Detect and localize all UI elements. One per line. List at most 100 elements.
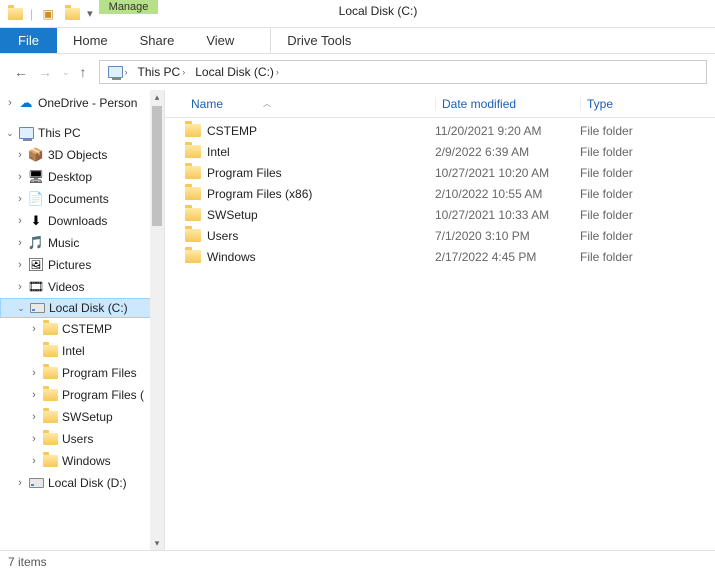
expand-icon[interactable] xyxy=(14,281,26,293)
expand-icon[interactable] xyxy=(28,455,40,467)
tree-node-icon xyxy=(42,387,58,403)
expand-icon[interactable] xyxy=(28,323,40,335)
tree-item-this-pc[interactable]: This PC xyxy=(0,122,164,144)
title-bar: | ▣ ▾ Manage Local Disk (C:) xyxy=(0,0,715,28)
folder-icon xyxy=(185,208,201,221)
tree-item-cstemp[interactable]: CSTEMP xyxy=(0,318,164,340)
expand-icon[interactable] xyxy=(14,237,26,249)
tree-label: 3D Objects xyxy=(48,148,107,162)
tree-item-music[interactable]: 🎵Music xyxy=(0,232,164,254)
expand-icon[interactable] xyxy=(15,303,27,314)
tree-item-3d-objects[interactable]: 📦 3D Objects xyxy=(0,144,164,166)
column-name[interactable]: Name︿ xyxy=(185,97,435,111)
list-item[interactable]: Program Files10/27/2021 10:20 AMFile fol… xyxy=(185,162,715,183)
expand-icon[interactable] xyxy=(14,149,26,161)
tree-item-pictures[interactable]: 🖼Pictures xyxy=(0,254,164,276)
tab-view[interactable]: View xyxy=(190,28,250,53)
tree-item-desktop[interactable]: 🖥Desktop xyxy=(0,166,164,188)
forward-button[interactable]: → xyxy=(38,64,52,80)
tab-drive-tools[interactable]: Drive Tools xyxy=(270,28,367,53)
tree-node-icon: 📄 xyxy=(28,191,44,207)
tree-item-swsetup[interactable]: SWSetup xyxy=(0,406,164,428)
list-item[interactable]: Intel2/9/2022 6:39 AMFile folder xyxy=(185,141,715,162)
list-item[interactable]: Program Files (x86)2/10/2022 10:55 AMFil… xyxy=(185,183,715,204)
column-date[interactable]: Date modified xyxy=(435,97,580,111)
file-tab[interactable]: File xyxy=(0,28,57,53)
tree-node-icon: 🎵 xyxy=(28,235,44,251)
expand-icon[interactable] xyxy=(28,411,40,423)
tree-node-icon xyxy=(18,125,34,141)
tree-node-icon: 📦 xyxy=(28,147,44,163)
tree-item-windows[interactable]: Windows xyxy=(0,450,164,472)
scroll-up-icon[interactable]: ▴ xyxy=(150,90,164,104)
breadcrumb-this-pc[interactable]: This PC› xyxy=(134,65,190,79)
expand-icon[interactable] xyxy=(14,193,26,205)
list-item[interactable]: Users7/1/2020 3:10 PMFile folder xyxy=(185,225,715,246)
tree-label: Videos xyxy=(48,280,84,294)
navigation-bar: ← → ⌄ ↑ › This PC› Local Disk (C:)› xyxy=(0,54,715,90)
list-item[interactable]: Windows2/17/2022 4:45 PMFile folder xyxy=(185,246,715,267)
tree-scrollbar[interactable]: ▴ ▾ xyxy=(150,90,164,550)
expand-icon[interactable] xyxy=(4,128,16,139)
tree-item-local-disk-c-[interactable]: Local Disk (C:) xyxy=(0,298,164,318)
tree-item-intel[interactable]: Intel xyxy=(0,340,164,362)
file-type: File folder xyxy=(580,229,715,243)
folder-icon xyxy=(185,229,201,242)
properties-icon[interactable]: ▣ xyxy=(39,5,57,23)
tree-item-local-disk-d-[interactable]: Local Disk (D:) xyxy=(0,472,164,494)
file-name: CSTEMP xyxy=(207,124,257,138)
tree-item-onedrive-person[interactable]: ☁OneDrive - Person xyxy=(0,92,164,114)
quick-access-toolbar: | ▣ ▾ xyxy=(0,0,99,27)
tree-item-downloads[interactable]: ⬇Downloads xyxy=(0,210,164,232)
tree-label: Windows xyxy=(62,454,111,468)
tree-label: SWSetup xyxy=(62,410,113,424)
file-date: 10/27/2021 10:20 AM xyxy=(435,166,580,180)
tab-home[interactable]: Home xyxy=(57,28,124,53)
file-type: File folder xyxy=(580,208,715,222)
scroll-thumb[interactable] xyxy=(152,106,162,226)
tree-label: Local Disk (C:) xyxy=(49,301,128,315)
file-name: Windows xyxy=(207,250,256,264)
file-name: Intel xyxy=(207,145,230,159)
expand-icon[interactable] xyxy=(4,97,16,109)
tree-item-users[interactable]: Users xyxy=(0,428,164,450)
tree-item-videos[interactable]: 🎞Videos xyxy=(0,276,164,298)
tree-node-icon xyxy=(42,431,58,447)
tree-item-documents[interactable]: 📄Documents xyxy=(0,188,164,210)
file-type: File folder xyxy=(580,187,715,201)
expand-icon[interactable] xyxy=(28,433,40,445)
breadcrumb-local-disk-c[interactable]: Local Disk (C:)› xyxy=(191,65,283,79)
expand-icon[interactable] xyxy=(14,215,26,227)
status-bar: 7 items xyxy=(0,550,715,572)
column-type[interactable]: Type xyxy=(580,97,715,111)
expand-icon[interactable] xyxy=(14,259,26,271)
tree-item-program-files-[interactable]: Program Files ( xyxy=(0,384,164,406)
tree-node-icon xyxy=(42,409,58,425)
window-title: Local Disk (C:) xyxy=(339,0,418,18)
pc-icon[interactable]: › xyxy=(104,66,132,78)
qat-dropdown-icon[interactable]: ▾ xyxy=(87,7,93,20)
file-name: Users xyxy=(207,229,238,243)
back-button[interactable]: ← xyxy=(14,64,28,80)
tree-label: Program Files xyxy=(62,366,137,380)
recent-dropdown-icon[interactable]: ⌄ xyxy=(62,67,70,78)
file-date: 2/17/2022 4:45 PM xyxy=(435,250,580,264)
file-name: Program Files xyxy=(207,166,282,180)
tree-node-icon xyxy=(28,475,44,491)
scroll-down-icon[interactable]: ▾ xyxy=(150,536,164,550)
expand-icon[interactable] xyxy=(14,477,26,489)
tree-node-icon xyxy=(42,343,58,359)
tree-node-icon xyxy=(42,321,58,337)
expand-icon[interactable] xyxy=(14,171,26,183)
address-bar[interactable]: › This PC› Local Disk (C:)› xyxy=(99,60,707,84)
expand-icon[interactable] xyxy=(28,367,40,379)
new-folder-icon[interactable] xyxy=(63,5,81,23)
list-item[interactable]: CSTEMP11/20/2021 9:20 AMFile folder xyxy=(185,120,715,141)
expand-icon[interactable] xyxy=(28,389,40,401)
list-item[interactable]: SWSetup10/27/2021 10:33 AMFile folder xyxy=(185,204,715,225)
tree-item-program-files[interactable]: Program Files xyxy=(0,362,164,384)
tree-node-icon: 🖥 xyxy=(28,169,44,185)
tab-share[interactable]: Share xyxy=(124,28,191,53)
tree-node-icon xyxy=(29,300,45,316)
up-button[interactable]: ↑ xyxy=(80,64,87,80)
